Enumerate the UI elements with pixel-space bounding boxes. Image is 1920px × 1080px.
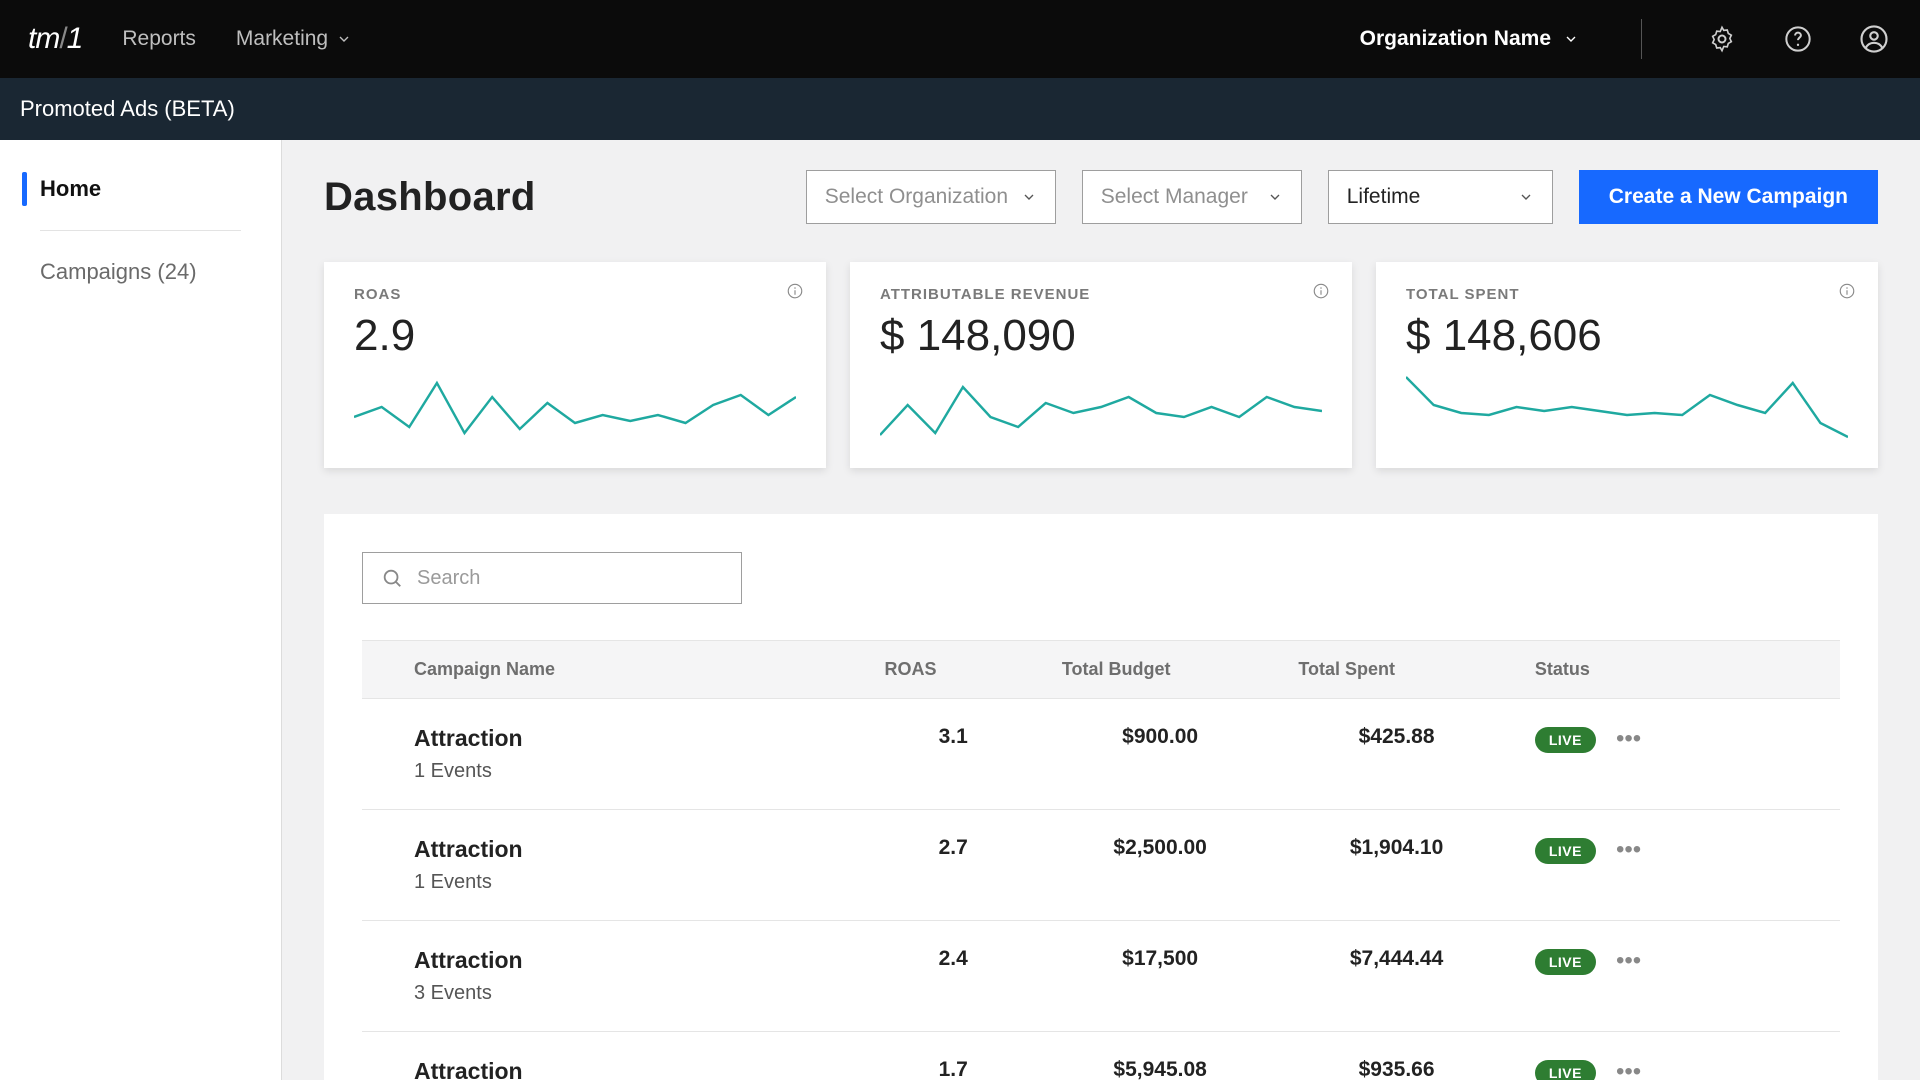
chevron-down-icon — [1518, 189, 1534, 205]
card-roas-value: 2.9 — [354, 311, 796, 361]
col-header-name[interactable]: Campaign Name — [362, 641, 865, 699]
campaign-budget: $5,945.08 — [1042, 1032, 1278, 1080]
help-icon — [1784, 25, 1812, 53]
campaign-spent: $425.88 — [1278, 699, 1514, 810]
organization-dropdown[interactable]: Organization Name — [1360, 27, 1579, 51]
chevron-down-icon — [1267, 189, 1283, 205]
status-badge: LIVE — [1535, 949, 1596, 975]
search-input[interactable] — [417, 567, 723, 590]
campaign-spent: $1,904.10 — [1278, 810, 1514, 921]
campaign-roas: 3.1 — [865, 699, 1042, 810]
campaign-spent: $7,444.44 — [1278, 921, 1514, 1032]
gear-icon — [1708, 25, 1736, 53]
col-header-spent[interactable]: Total Spent — [1278, 641, 1514, 699]
sidebar: Home Campaigns (24) — [0, 140, 282, 1080]
card-revenue: ATTRIBUTABLE REVENUE $ 148,090 — [850, 262, 1352, 468]
info-icon[interactable] — [786, 282, 804, 300]
campaign-events: 1 Events — [414, 760, 845, 783]
chevron-down-icon — [1563, 31, 1579, 47]
campaign-events: 1 Events — [414, 871, 845, 894]
table-row[interactable]: Attraction1 Events1.7$5,945.08$935.66LIV… — [362, 1032, 1840, 1080]
status-badge: LIVE — [1535, 727, 1596, 753]
card-spent-value: $ 148,606 — [1406, 311, 1848, 361]
nav-marketing-label: Marketing — [236, 27, 328, 51]
organization-name: Organization Name — [1360, 27, 1551, 51]
main-content: Dashboard Select Organization Select Man… — [282, 140, 1920, 1080]
logo: tm/1 — [28, 22, 82, 56]
campaign-roas: 2.4 — [865, 921, 1042, 1032]
sidebar-item-campaigns[interactable]: Campaigns (24) — [0, 245, 281, 299]
info-icon[interactable] — [1312, 282, 1330, 300]
card-roas: ROAS 2.9 — [324, 262, 826, 468]
card-spent: TOTAL SPENT $ 148,606 — [1376, 262, 1878, 468]
campaign-events: 3 Events — [414, 982, 845, 1005]
card-revenue-sparkline — [880, 375, 1322, 445]
campaign-budget: $900.00 — [1042, 699, 1278, 810]
campaigns-table: Campaign Name ROAS Total Budget Total Sp… — [362, 640, 1840, 1080]
sidebar-item-home[interactable]: Home — [0, 162, 281, 216]
divider — [1641, 19, 1642, 59]
top-nav: tm/1 Reports Marketing Organization Name — [0, 0, 1920, 78]
settings-button[interactable] — [1704, 21, 1740, 57]
campaign-budget: $17,500 — [1042, 921, 1278, 1032]
row-more-button[interactable]: ••• — [1596, 947, 1641, 975]
select-period-label: Lifetime — [1347, 185, 1421, 209]
page-header-row: Dashboard Select Organization Select Man… — [324, 170, 1878, 224]
select-manager-label: Select Manager — [1101, 185, 1248, 209]
table-row[interactable]: Attraction 1 Events 3.1$900.00$425.88 LIVE•… — [362, 699, 1840, 810]
sub-header-title: Promoted Ads (BETA) — [20, 96, 235, 122]
help-button[interactable] — [1780, 21, 1816, 57]
campaign-name: Attraction — [414, 947, 845, 974]
campaign-roas: 1.7 — [865, 1032, 1042, 1080]
card-roas-sparkline — [354, 375, 796, 445]
col-header-budget[interactable]: Total Budget — [1042, 641, 1278, 699]
select-period[interactable]: Lifetime — [1328, 170, 1553, 224]
row-more-button[interactable]: ••• — [1596, 1058, 1641, 1080]
card-roas-label: ROAS — [354, 286, 796, 303]
select-manager[interactable]: Select Manager — [1082, 170, 1302, 224]
col-header-status[interactable]: Status — [1515, 641, 1840, 699]
campaign-name: Attraction — [414, 836, 845, 863]
row-more-button[interactable]: ••• — [1596, 836, 1641, 864]
card-revenue-value: $ 148,090 — [880, 311, 1322, 361]
select-organization[interactable]: Select Organization — [806, 170, 1056, 224]
card-revenue-label: ATTRIBUTABLE REVENUE — [880, 286, 1322, 303]
chevron-down-icon — [1021, 189, 1037, 205]
profile-button[interactable] — [1856, 21, 1892, 57]
status-badge: LIVE — [1535, 838, 1596, 864]
divider — [40, 230, 241, 231]
status-badge: LIVE — [1535, 1060, 1596, 1080]
campaign-spent: $935.66 — [1278, 1032, 1514, 1080]
sub-header: Promoted Ads (BETA) — [0, 78, 1920, 140]
table-row[interactable]: Attraction 3 Events 2.4$17,500$7,444.44 LIV… — [362, 921, 1840, 1032]
card-spent-label: TOTAL SPENT — [1406, 286, 1848, 303]
metric-cards: ROAS 2.9 ATTRIBUTABLE REVENUE $ 148,090 … — [324, 262, 1878, 468]
campaign-budget: $2,500.00 — [1042, 810, 1278, 921]
select-organization-label: Select Organization — [825, 185, 1008, 209]
campaign-name: Attraction — [414, 725, 845, 752]
nav-marketing[interactable]: Marketing — [236, 27, 352, 51]
nav-reports[interactable]: Reports — [122, 27, 196, 51]
create-campaign-button[interactable]: Create a New Campaign — [1579, 170, 1878, 224]
page-title: Dashboard — [324, 175, 536, 220]
campaigns-panel: Campaign Name ROAS Total Budget Total Sp… — [324, 514, 1878, 1080]
campaign-roas: 2.7 — [865, 810, 1042, 921]
table-row[interactable]: Attraction 1 Events 2.7$2,500.00$1,904.10 L… — [362, 810, 1840, 921]
campaign-name: Attraction — [414, 1058, 845, 1080]
user-icon — [1859, 24, 1889, 54]
info-icon[interactable] — [1838, 282, 1856, 300]
card-spent-sparkline — [1406, 375, 1848, 445]
search-icon — [381, 567, 403, 589]
chevron-down-icon — [336, 31, 352, 47]
col-header-roas[interactable]: ROAS — [865, 641, 1042, 699]
search-box[interactable] — [362, 552, 742, 604]
row-more-button[interactable]: ••• — [1596, 725, 1641, 753]
